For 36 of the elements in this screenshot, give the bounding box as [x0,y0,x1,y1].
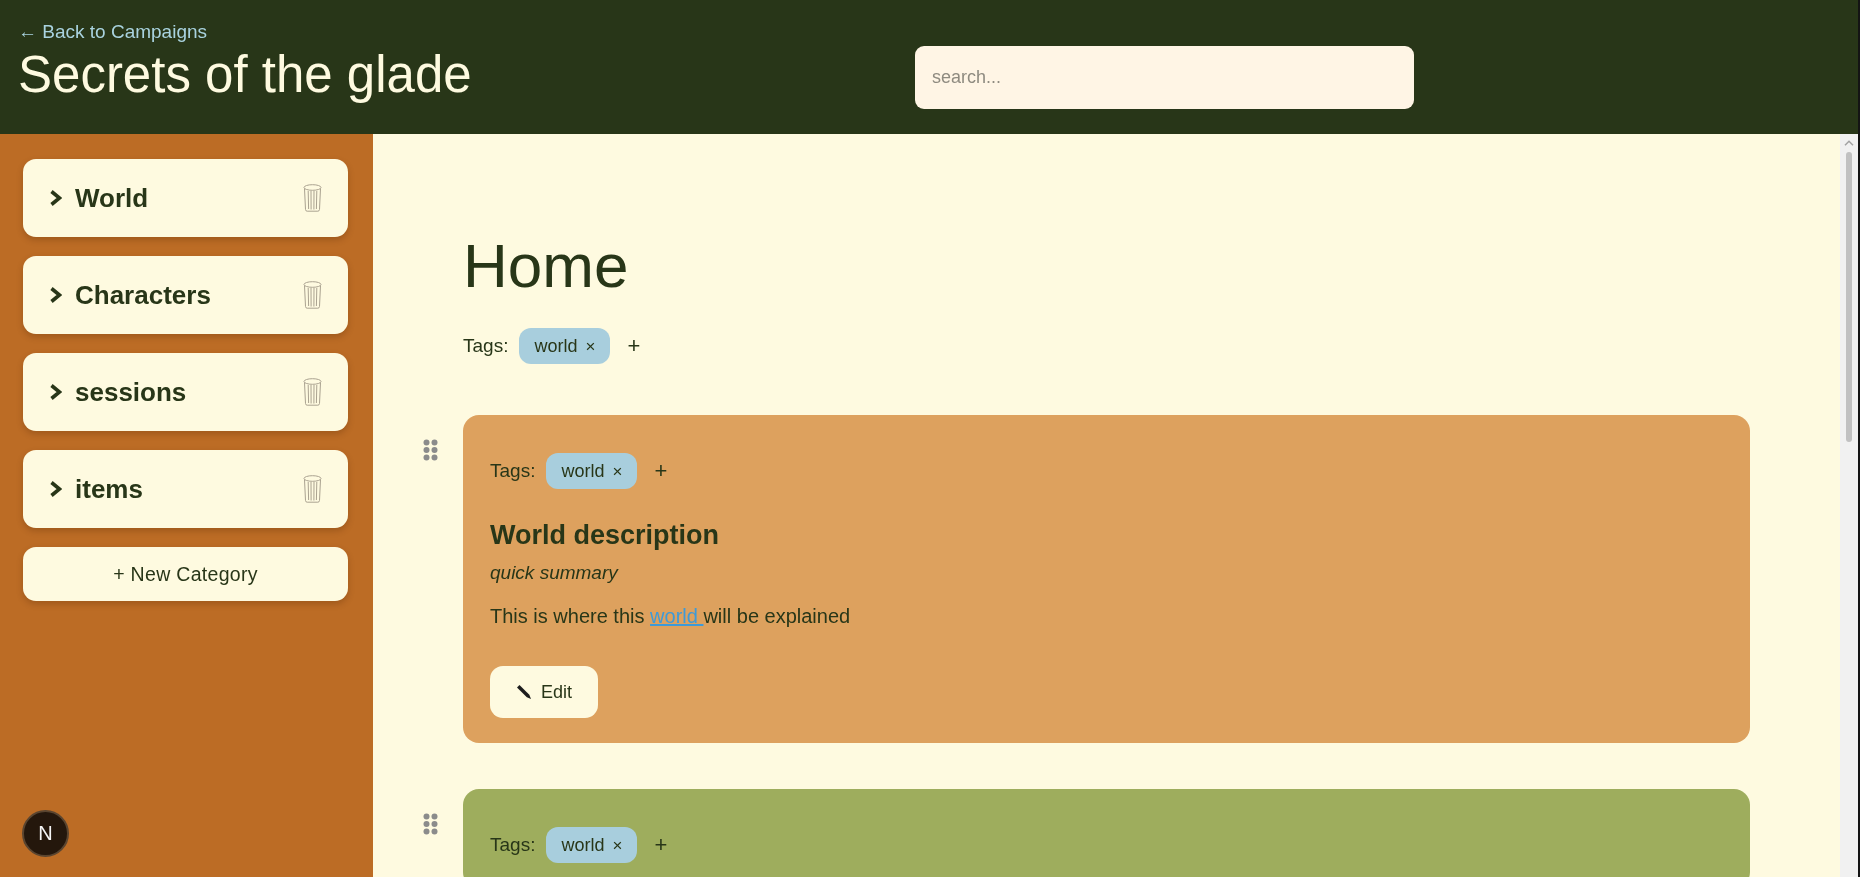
trash-icon[interactable] [303,184,322,212]
scrollbar-track[interactable] [1840,134,1858,877]
tag-label: world [534,335,578,357]
block-summary: quick summary [490,561,618,584]
new-category-button[interactable]: + New Category [23,547,348,601]
campaign-title: Secrets of the glade [18,45,472,105]
back-link[interactable]: ← Back to Campaigns [18,20,208,44]
tag-label: world [561,460,605,482]
block-body: This is where this world will be explained [490,604,851,628]
tags-label: Tags: [463,335,509,357]
scrollbar-thumb[interactable] [1846,152,1852,442]
drag-handle-icon[interactable] [423,439,438,461]
drag-handle-icon[interactable] [423,813,438,835]
trash-icon[interactable] [303,281,322,309]
remove-tag-button[interactable]: × [585,337,596,355]
category-item[interactable]: items [23,450,348,528]
dev-tools-button[interactable]: N [22,810,69,857]
block-title: World description [490,519,719,551]
category-item[interactable]: World [23,159,348,237]
remove-tag-button[interactable]: × [612,836,623,854]
trash-icon[interactable] [303,475,322,503]
category-item[interactable]: sessions [23,353,348,431]
tags-label: Tags: [490,460,536,482]
edit-button[interactable]: Edit [490,666,599,718]
scroll-up-icon[interactable] [1844,140,1854,146]
trash-icon[interactable] [303,378,322,406]
add-tag-button[interactable]: + [654,460,668,482]
pencil-icon [517,685,531,699]
category-item[interactable]: Characters [23,256,348,334]
add-tag-button[interactable]: + [627,335,641,357]
remove-tag-button[interactable]: × [612,462,623,480]
tags-label: Tags: [490,834,536,856]
add-tag-button[interactable]: + [654,834,668,856]
page-title: Home [463,230,629,302]
tag-label: world [561,834,605,856]
search-field[interactable]: search... [915,46,1414,109]
